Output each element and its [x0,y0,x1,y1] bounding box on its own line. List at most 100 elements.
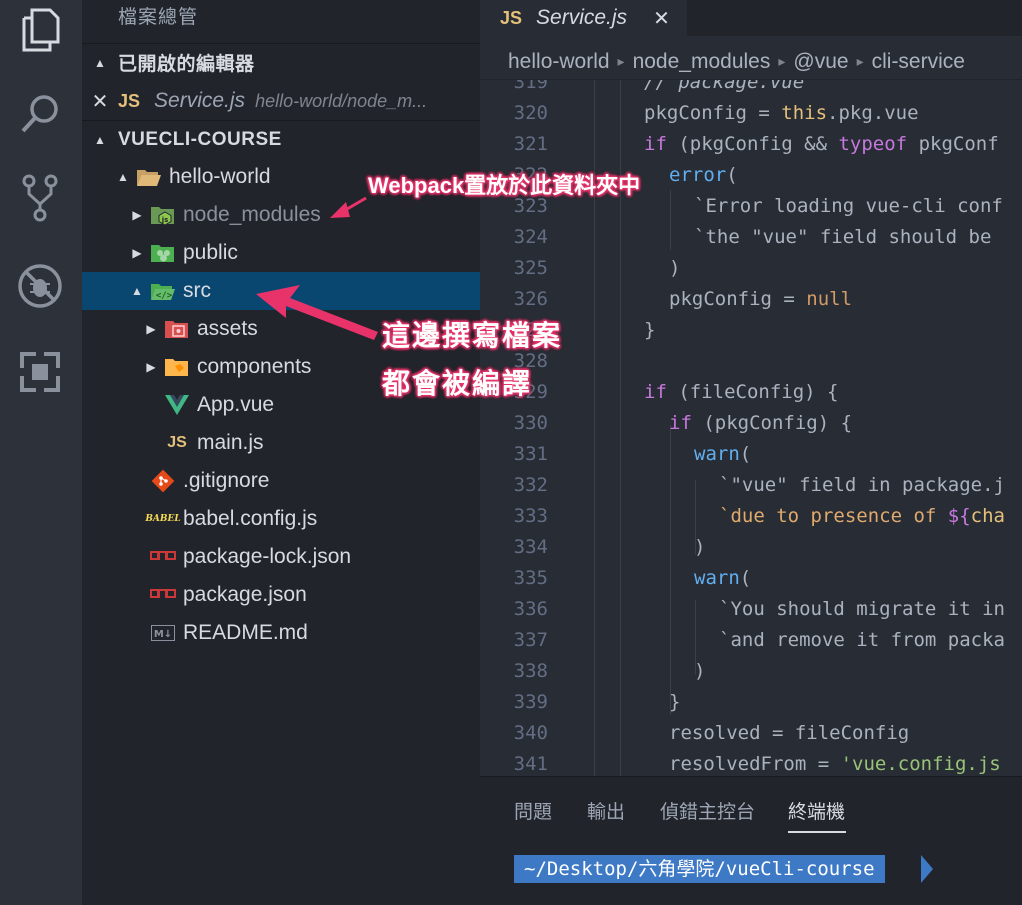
code-line: 339} [480,691,1022,722]
svg-text:M↓: M↓ [154,629,172,640]
breadcrumb-item[interactable]: node_modules [633,50,771,74]
tree-item-main-js[interactable]: JS main.js [82,424,480,462]
tab-terminal[interactable]: 終端機 [788,797,845,824]
line-number: 337 [513,629,548,651]
code-text: } [669,691,681,713]
breadcrumb-item[interactable]: @vue [793,50,848,74]
tree-item-label: hello-world [169,165,271,188]
code-line: 335 warn( [480,567,1022,598]
tree-item-label: package.json [183,583,307,606]
line-number: 330 [513,412,548,434]
code-line: 333 `due to presence of ${cha [480,505,1022,536]
line-number: 324 [513,226,548,248]
code-line: 331 warn( [480,443,1022,474]
folder-node-icon: js [146,200,180,230]
line-number: 339 [513,691,548,713]
tree-item-package-json[interactable]: package.json [82,576,480,614]
tree-item-label: public [183,241,238,264]
tab-label: Service.js [536,6,628,29]
tree-item-label: node_modules [183,203,321,226]
npm-icon [146,580,180,610]
tab-output[interactable]: 輸出 [587,797,625,824]
code-line: 337 `and remove it from packa [480,629,1022,660]
code-text: pkgConfig = null [669,288,853,310]
code-text: `"vue" field in package.j [719,474,1005,496]
tree-item-babel-config[interactable]: BABEL babel.config.js [82,500,480,538]
code-line: 334) [480,536,1022,567]
close-icon[interactable]: ✕ [653,6,670,31]
code-line: 340 resolved = fileConfig [480,722,1022,753]
tree-item-label: App.vue [197,393,275,416]
explorer-icon[interactable] [14,4,66,56]
tree-item-label: babel.config.js [183,507,318,530]
code-text: resolvedFrom = 'vue.config.js [669,753,1001,775]
folder-assets-icon [160,314,194,344]
tree-item-src[interactable]: ▲ </> src [82,272,480,310]
close-icon[interactable]: ✕ [82,89,118,114]
code-text: if (pkgConfig) { [669,412,853,434]
code-text: `and remove it from packa [719,629,1005,651]
folder-src-icon: </> [146,276,180,306]
open-editor-path: hello-world/node_m... [255,90,428,111]
debug-icon[interactable] [14,260,66,312]
project-header[interactable]: ▲ VUECLI-COURSE [82,120,480,158]
javascript-icon: JS [118,90,141,111]
breadcrumb: hello-world ▸ node_modules ▸ @vue ▸ cli-… [480,44,1022,80]
open-editors-header[interactable]: ▲ 已開啟的編輯器 [82,43,480,81]
tab-problems[interactable]: 問題 [514,797,552,824]
code-text: warn( [694,443,752,465]
tab-debug-console[interactable]: 偵錯主控台 [660,797,755,824]
code-line: 338) [480,660,1022,691]
tab-service-js[interactable]: JS Service.js ✕ [480,0,687,36]
code-text: // package.vue [644,80,805,93]
code-text: ) [694,660,706,682]
tab-bar: JS Service.js ✕ [480,0,1022,36]
open-editor-item[interactable]: ✕ JS Service.js hello-world/node_m... [82,82,480,120]
folder-open-icon [132,162,166,192]
activity-bar [0,0,82,905]
tree-item-package-lock[interactable]: package-lock.json [82,538,480,576]
collapse-caret-icon: ▲ [94,132,106,147]
source-control-icon[interactable] [14,172,66,224]
prompt-arrow-icon [921,855,933,883]
open-editor-name: Service.js [154,89,246,112]
line-number: 321 [513,133,548,155]
line-number: 333 [513,505,548,527]
line-number: 338 [513,660,548,682]
annotation-webpack-note: Webpack置放於此資料夾中 [368,173,641,198]
code-text: warn( [694,567,752,589]
annotation-src-note-line2: 都會被編譯 [382,368,533,399]
project-label: VUECLI-COURSE [118,128,282,150]
tree-item-label: assets [197,317,258,340]
active-tab-indicator [788,831,846,833]
chevron-right-icon: ▸ [856,53,864,69]
vue-icon [160,390,194,420]
search-icon[interactable] [14,88,66,140]
git-icon [146,466,180,496]
code-line: 341 resolvedFrom = 'vue.config.js [480,753,1022,776]
code-line: 325) [480,257,1022,288]
expand-caret-icon: ▶ [146,360,156,374]
code-text: pkgConfig = this.pkg.vue [644,102,919,124]
line-number: 319 [513,80,548,93]
tree-item-gitignore[interactable]: .gitignore [82,462,480,500]
tree-item-readme[interactable]: M↓ README.md [82,614,480,652]
expand-caret-icon: ▶ [132,208,142,222]
code-text: `due to presence of ${cha [719,505,1005,527]
terminal-prompt[interactable]: ~/Desktop/六角學院/vueCli-course [514,855,885,883]
tree-item-node-modules[interactable]: ▶ js node_modules [82,196,480,234]
annotation-src-note-line1: 這邊撰寫檔案 [382,320,563,351]
chevron-right-icon: ▸ [617,53,625,69]
tree-item-public[interactable]: ▶ public [82,234,480,272]
code-line: 324 `the "vue" field should be [480,226,1022,257]
extensions-icon[interactable] [14,346,66,398]
tree-item-label: components [197,355,312,378]
code-text: `the "vue" field should be [694,226,992,248]
breadcrumb-item[interactable]: hello-world [508,50,610,74]
collapse-caret-icon: ▲ [94,55,106,70]
open-editors-label: 已開啟的編輯器 [118,54,255,75]
line-number: 325 [513,257,548,279]
code-line: 320 pkgConfig = this.pkg.vue [480,102,1022,133]
tree-item-label: package-lock.json [183,545,352,568]
breadcrumb-item[interactable]: cli-service [872,50,965,74]
